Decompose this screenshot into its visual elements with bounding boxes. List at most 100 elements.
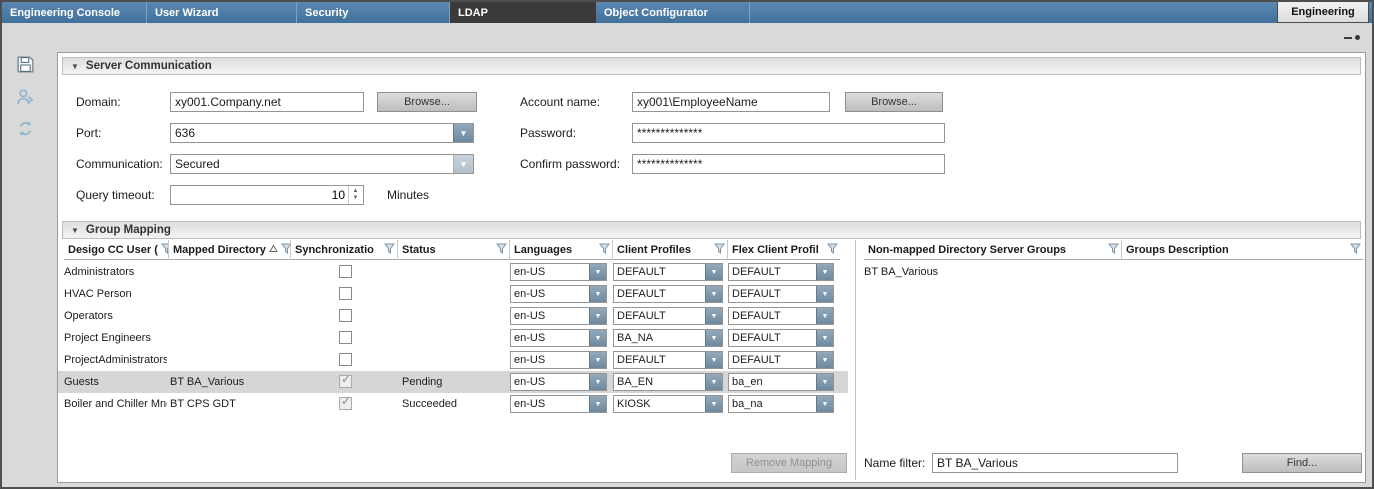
flex-client-profile-select[interactable]: DEFAULT▼	[728, 351, 834, 369]
client-profile-select[interactable]: DEFAULT▼	[613, 263, 723, 281]
remove-mapping-button[interactable]: Remove Mapping	[731, 453, 847, 473]
refresh-button[interactable]	[13, 118, 37, 142]
domain-label: Domain:	[76, 92, 121, 112]
password-input[interactable]	[632, 123, 945, 143]
synchronize-checkbox[interactable]	[339, 353, 352, 366]
name-filter-input[interactable]	[932, 453, 1178, 473]
chevron-down-icon: ▼	[589, 330, 606, 346]
filter-icon[interactable]	[1108, 243, 1119, 257]
synchronize-checkbox[interactable]	[339, 375, 352, 388]
synchronize-checkbox[interactable]	[339, 331, 352, 344]
save-button[interactable]	[13, 54, 37, 78]
filter-icon[interactable]	[161, 243, 169, 257]
flex-client-profile-select[interactable]: DEFAULT▼	[728, 307, 834, 325]
column-header-status[interactable]: Status	[398, 240, 510, 260]
chevron-down-icon: ▼	[453, 155, 473, 173]
filter-icon[interactable]	[496, 243, 507, 257]
filter-icon[interactable]	[1350, 243, 1361, 257]
chevron-down-icon: ▼	[816, 396, 833, 412]
flex-client-profile-select[interactable]: ba_na▼	[728, 395, 834, 413]
domain-browse-button[interactable]: Browse...	[377, 92, 477, 112]
flex-client-profile-select[interactable]: DEFAULT▼	[728, 329, 834, 347]
tab-object-configurator[interactable]: Object Configurator	[596, 2, 750, 23]
communication-label: Communication:	[76, 154, 163, 174]
sort-ascending-icon	[269, 244, 278, 256]
table-row[interactable]: Project Engineers en-US▼ BA_NA▼ DEFAULT▼	[58, 327, 848, 349]
panel-splitter[interactable]	[855, 240, 856, 480]
validate-user-button[interactable]	[13, 87, 37, 111]
table-row[interactable]: Administrators en-US▼ DEFAULT▼ DEFAULT▼	[58, 261, 848, 283]
chevron-down-icon: ▼	[816, 264, 833, 280]
chevron-down-icon: ▼	[705, 352, 722, 368]
directory-groups-table: BT BA_Various	[858, 261, 1363, 283]
section-header-server-communication[interactable]: ▼ Server Communication	[62, 57, 1361, 75]
account-browse-button[interactable]: Browse...	[845, 92, 943, 112]
column-header-mapped-directory[interactable]: Mapped Directory	[169, 240, 291, 260]
language-select[interactable]: en-US▼	[510, 395, 607, 413]
flex-client-profile-select[interactable]: DEFAULT▼	[728, 285, 834, 303]
table-row[interactable]: Boiler and Chiller Mng BT CPS GDT Succee…	[58, 393, 848, 415]
table-row[interactable]: BT BA_Various	[858, 261, 1363, 283]
column-header-client-profiles[interactable]: Client Profiles	[613, 240, 728, 260]
port-select[interactable]: 636 ▼	[170, 123, 474, 143]
client-profile-select[interactable]: DEFAULT▼	[613, 351, 723, 369]
tab-engineering-mode[interactable]: Engineering	[1277, 2, 1369, 23]
language-select[interactable]: en-US▼	[510, 263, 607, 281]
collapse-handle-icon[interactable]	[1344, 35, 1360, 40]
minutes-label: Minutes	[387, 185, 429, 205]
column-header-flex-client-profiles[interactable]: Flex Client Profil	[728, 240, 840, 260]
chevron-down-icon: ▼	[453, 124, 473, 142]
client-profile-select[interactable]: BA_NA▼	[613, 329, 723, 347]
table-row[interactable]: Operators en-US▼ DEFAULT▼ DEFAULT▼	[58, 305, 848, 327]
tab-security[interactable]: Security	[297, 2, 450, 23]
tab-user-wizard[interactable]: User Wizard	[147, 2, 297, 23]
synchronize-checkbox[interactable]	[339, 397, 352, 410]
communication-select[interactable]: Secured ▼	[170, 154, 474, 174]
column-header-languages[interactable]: Languages	[510, 240, 613, 260]
section-header-group-mapping[interactable]: ▼ Group Mapping	[62, 221, 1361, 239]
language-select[interactable]: en-US▼	[510, 373, 607, 391]
chevron-down-icon: ▼	[705, 264, 722, 280]
chevron-down-icon: ▼	[589, 374, 606, 390]
client-profile-select[interactable]: DEFAULT▼	[613, 285, 723, 303]
filter-icon[interactable]	[599, 243, 610, 257]
synchronize-checkbox[interactable]	[339, 287, 352, 300]
chevron-down-icon: ▼	[705, 286, 722, 302]
chevron-down-icon: ▼	[705, 308, 722, 324]
name-filter-label: Name filter:	[864, 453, 925, 473]
refresh-icon	[16, 119, 35, 141]
table-row[interactable]: Guests BT BA_Various Pending en-US▼ BA_E…	[58, 371, 848, 393]
language-select[interactable]: en-US▼	[510, 329, 607, 347]
client-profile-select[interactable]: KIOSK▼	[613, 395, 723, 413]
chevron-down-icon: ▼	[816, 374, 833, 390]
chevron-down-icon: ▼	[589, 396, 606, 412]
flex-client-profile-select[interactable]: DEFAULT▼	[728, 263, 834, 281]
language-select[interactable]: en-US▼	[510, 351, 607, 369]
client-profile-select[interactable]: DEFAULT▼	[613, 307, 723, 325]
synchronize-checkbox[interactable]	[339, 309, 352, 322]
chevron-down-icon: ▼	[589, 264, 606, 280]
language-select[interactable]: en-US▼	[510, 285, 607, 303]
confirm-password-input[interactable]	[632, 154, 945, 174]
account-name-input[interactable]	[632, 92, 830, 112]
flex-client-profile-select[interactable]: ba_en▼	[728, 373, 834, 391]
find-button[interactable]: Find...	[1242, 453, 1362, 473]
column-header-groups-description[interactable]: Groups Description	[1122, 240, 1363, 260]
filter-icon[interactable]	[714, 243, 725, 257]
language-select[interactable]: en-US▼	[510, 307, 607, 325]
domain-input[interactable]	[170, 92, 364, 112]
client-profile-select[interactable]: BA_EN▼	[613, 373, 723, 391]
spinner-arrows-icon[interactable]: ▲ ▼	[348, 186, 362, 204]
query-timeout-stepper[interactable]: 10 ▲ ▼	[170, 185, 364, 205]
filter-icon[interactable]	[281, 243, 291, 257]
table-row[interactable]: ProjectAdministrators en-US▼ DEFAULT▼ DE…	[58, 349, 848, 371]
synchronize-checkbox[interactable]	[339, 265, 352, 278]
table-row[interactable]: HVAC Person en-US▼ DEFAULT▼ DEFAULT▼	[58, 283, 848, 305]
filter-icon[interactable]	[827, 243, 838, 257]
tab-ldap[interactable]: LDAP	[450, 2, 596, 23]
tab-engineering-console[interactable]: Engineering Console	[2, 2, 147, 23]
filter-icon[interactable]	[384, 243, 395, 257]
column-header-synchronization[interactable]: Synchronizatio	[291, 240, 398, 260]
column-header-nonmapped-groups[interactable]: Non-mapped Directory Server Groups	[864, 240, 1122, 260]
column-header-user[interactable]: Desigo CC User (	[64, 240, 169, 260]
